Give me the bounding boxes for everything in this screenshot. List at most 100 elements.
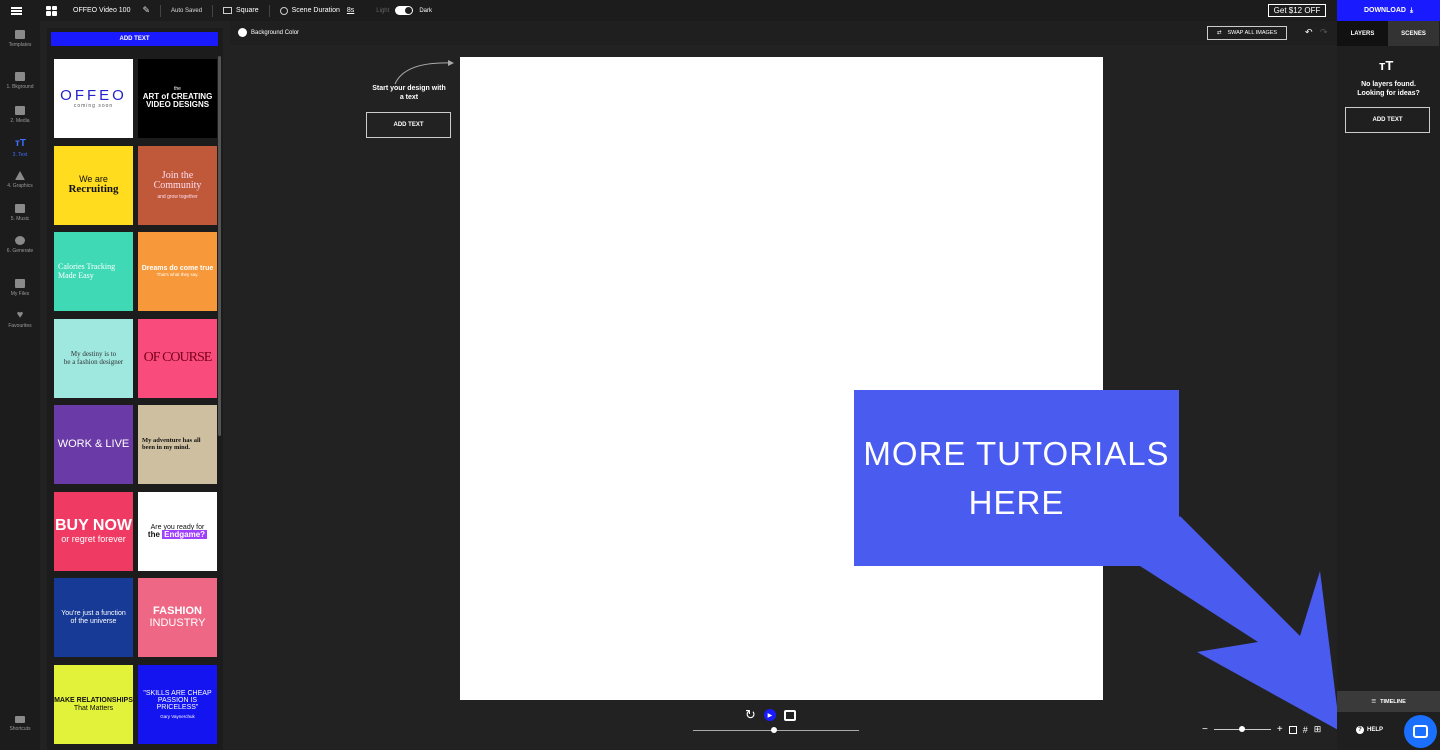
text-template-tile[interactable]: the ART of CREATING VIDEO DESIGNS [138,59,217,138]
tile-text: That Matters [73,704,114,712]
play-icon: ▶ [767,712,773,719]
zoom-out-icon[interactable]: − [1202,724,1208,735]
help-button[interactable]: ? HELP [1356,726,1383,734]
background-color-label: Background Color [251,29,300,36]
text-icon: тT [15,138,27,149]
swap-label: SWAP ALL IMAGES [1227,30,1278,36]
zoom-slider[interactable] [1213,726,1271,732]
text-template-tile[interactable]: "SKILLS ARE CHEAP PASSION IS PRICELESS" … [138,665,217,744]
theme-dark-label: Dark [419,7,432,14]
nav-text[interactable]: тT 3. Text [0,138,40,158]
text-template-tile[interactable]: Join the Community and grow together [138,146,217,225]
tile-text: WORK & LIVE [57,437,130,450]
project-title[interactable]: OFFEO Video 100 [73,7,130,14]
offeo-logo-icon[interactable] [46,5,57,16]
nav-graphics[interactable]: 4. Graphics [0,171,40,189]
nav-label: 2. Media [10,118,30,124]
chat-icon [1413,725,1428,738]
replay-icon[interactable]: ↻ [745,707,756,723]
play-button[interactable]: ▶ [763,709,776,721]
tile-text: Made Easy [58,270,94,280]
zoom-controls: − + # ⊞ [1202,724,1321,735]
timeline-label: TIMELINE [1380,698,1406,705]
timeline-icon: ☰ [1371,698,1377,705]
tile-text: MAKE RELATIONSHIPS [54,697,133,705]
text-template-tile[interactable]: BUY NOW or regret forever [54,492,133,571]
edit-title-icon[interactable]: ✎ [142,5,150,16]
text-template-tile[interactable]: OFFEO coming soon [54,59,133,138]
swap-icon: ⇄ [1216,30,1222,36]
text-template-tile[interactable]: MAKE RELATIONSHIPS That Matters [54,665,133,744]
nav-favourites[interactable]: ♥ Favourites [0,309,40,330]
fit-screen-icon[interactable] [1288,725,1297,734]
text-template-tile[interactable]: Are you ready for the Endgame? [138,492,217,571]
tile-text: of the universe [70,617,117,625]
text-template-tile[interactable]: OF COURSE [138,319,217,398]
tab-layers[interactable]: LAYERS [1337,21,1388,46]
menu-button[interactable] [0,0,32,21]
heart-icon: ♥ [16,309,24,321]
tile-text: Gary Vaynerchuk [160,713,195,719]
nav-myfiles[interactable]: My Files [0,279,40,297]
canvas-add-text-button[interactable]: ADD TEXT [366,112,451,138]
text-template-tile[interactable]: My destiny is to be a fashion designer [54,319,133,398]
nav-media[interactable]: 2. Media [0,106,40,124]
discount-button[interactable]: Get $12 OFF [1268,4,1326,17]
panel-add-text-button[interactable]: ADD TEXT [51,32,218,46]
grid-icon[interactable]: # [1303,725,1308,735]
no-layers-message: No layers found. Looking for ideas? [1337,80,1440,99]
duration-value[interactable]: 8s [347,7,354,14]
folder-icon [15,279,25,288]
shapes-icon [15,171,25,180]
format-selector[interactable]: Square [223,7,259,14]
image-icon [15,72,25,81]
theme-toggle[interactable] [395,6,414,15]
zoom-in-icon[interactable]: + [1277,724,1283,735]
panel-scrollbar[interactable] [218,56,221,436]
nav-label: My Files [10,291,30,297]
text-template-tile[interactable]: We are Recruiting [54,146,133,225]
layout-icon[interactable]: ⊞ [1314,724,1322,735]
chat-button[interactable] [1404,715,1437,748]
tile-text: been in my mind. [142,443,191,451]
color-swatch-icon [238,28,247,37]
layers-add-text-button[interactable]: ADD TEXT [1345,107,1430,133]
nav-label: Shortcuts [9,726,31,732]
tile-text: the [147,529,160,539]
nav-templates[interactable]: Templates [0,30,40,48]
tab-scenes[interactable]: SCENES [1388,21,1439,46]
artboard[interactable] [460,57,1103,700]
promo-line: MORE TUTORIALS [863,434,1170,472]
nav-music[interactable]: 5. Music [0,204,40,222]
text-template-tile[interactable]: FASHION INDUSTRY [138,578,217,657]
undo-icon[interactable]: ↶ [1305,27,1313,38]
tile-text: BUY NOW [54,517,133,535]
templates-icon [15,30,25,39]
text-template-tile[interactable]: Dreams do come true That's what they say… [138,232,217,311]
scene-duration[interactable]: Scene Duration 8s [279,6,354,15]
tile-text: FASHION [153,604,202,617]
tile-text: Endgame? [162,529,208,539]
tile-text: and grow together [157,193,198,200]
nav-background[interactable]: 1. Bkground [0,72,40,90]
media-icon [15,106,25,115]
tile-text: "SKILLS ARE CHEAP [143,689,212,697]
text-template-tile[interactable]: Calories Tracking Made Easy [54,232,133,311]
scrubber-handle[interactable] [771,727,777,733]
nav-shortcuts[interactable]: Shortcuts [0,716,40,732]
more-tutorials-banner[interactable]: MORE TUTORIALS HERE [854,390,1179,566]
redo-icon[interactable]: ↷ [1320,27,1328,38]
theme-toggle-group: Light Dark [376,6,432,15]
timeline-button[interactable]: ☰ TIMELINE [1337,691,1440,712]
preview-icon[interactable] [783,709,796,721]
text-icon: тT [1379,58,1394,73]
nav-generate[interactable]: 6. Generate [0,236,40,254]
text-template-tile[interactable]: You're just a function of the universe [54,578,133,657]
canvas-toolbar [230,21,1337,45]
text-template-tile[interactable]: My adventure has all been in my mind. [138,405,217,484]
background-color-picker[interactable]: Background Color [238,28,299,37]
text-template-tile[interactable]: WORK & LIVE [54,405,133,484]
swap-images-button[interactable]: ⇄ SWAP ALL IMAGES [1207,26,1287,40]
download-button[interactable]: DOWNLOAD ⤓ [1337,0,1440,21]
tile-text-row: the Endgame? [147,529,208,539]
